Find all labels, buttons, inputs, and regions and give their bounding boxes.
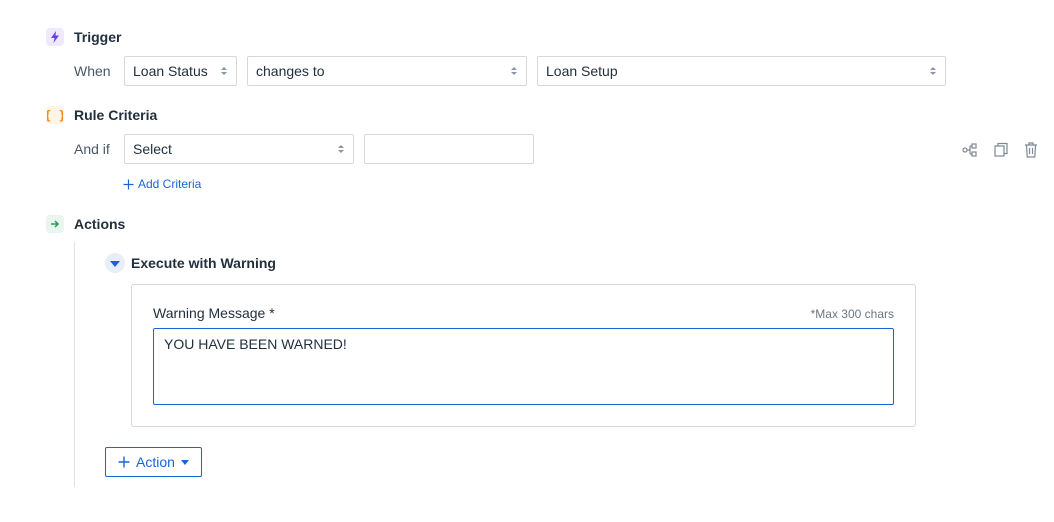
criteria-value-input[interactable]	[364, 134, 534, 164]
hierarchy-icon[interactable]	[961, 141, 979, 159]
criteria-title: Rule Criteria	[74, 107, 158, 123]
trigger-title: Trigger	[74, 29, 122, 45]
actions-connector-line	[74, 242, 75, 487]
warning-message-label: Warning Message *	[153, 305, 275, 321]
trigger-operator-value: changes to	[256, 63, 325, 79]
when-label: When	[74, 63, 111, 79]
add-criteria-label: Add Criteria	[138, 177, 202, 191]
max-chars-hint: *Max 300 chars	[810, 307, 894, 321]
select-caret-icon	[929, 65, 937, 77]
collapse-toggle[interactable]	[105, 253, 125, 273]
add-criteria-link[interactable]: Add Criteria	[123, 177, 201, 191]
action-item-title: Execute with Warning	[131, 255, 276, 271]
warning-message-textarea[interactable]: YOU HAVE BEEN WARNED!	[153, 328, 894, 405]
lightning-icon	[46, 28, 64, 46]
select-caret-icon	[510, 65, 518, 77]
criteria-field-select[interactable]: Select	[124, 134, 354, 164]
plus-icon	[123, 179, 134, 189]
trigger-field-select[interactable]: Loan Status	[124, 56, 237, 86]
trash-icon[interactable]	[1022, 141, 1040, 159]
trigger-field-value: Loan Status	[133, 63, 208, 79]
select-caret-icon	[220, 65, 228, 77]
copy-icon[interactable]	[992, 141, 1010, 159]
and-if-label: And if	[74, 141, 110, 157]
arrow-right-icon	[46, 215, 64, 233]
chevron-down-icon	[180, 459, 189, 465]
trigger-value-select[interactable]: Loan Setup	[537, 56, 946, 86]
select-caret-icon	[337, 143, 345, 155]
svg-text:{ }: { }	[47, 109, 63, 123]
add-action-label: Action	[136, 454, 175, 470]
add-action-button[interactable]: Action	[105, 447, 202, 477]
criteria-field-value: Select	[133, 141, 172, 157]
braces-icon: { }	[46, 106, 64, 124]
chevron-down-icon	[110, 261, 120, 267]
actions-title: Actions	[74, 216, 126, 232]
trigger-operator-select[interactable]: changes to	[247, 56, 527, 86]
trigger-value-value: Loan Setup	[546, 63, 618, 79]
plus-icon	[118, 456, 130, 468]
